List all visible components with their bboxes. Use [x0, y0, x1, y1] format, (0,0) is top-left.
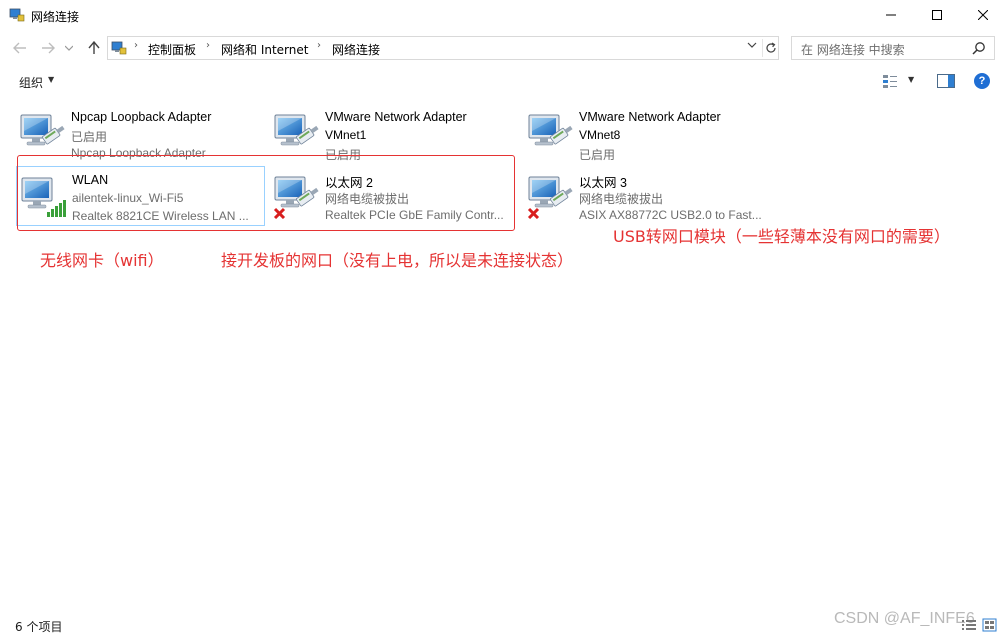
view-toggle-icons[interactable] [960, 617, 1000, 633]
address-bar[interactable]: › 控制面板 › 网络和 Internet › 网络连接 [107, 36, 779, 60]
watermark: CSDN @AF_INFE6 [834, 610, 975, 627]
item-status: 已启用 [71, 130, 108, 144]
chevron-down-icon[interactable]: ▼ [48, 75, 54, 84]
minimize-icon [886, 14, 896, 16]
item-name-line2: VMnet1 [325, 128, 367, 142]
up-button[interactable] [84, 38, 104, 58]
refresh-icon [765, 42, 776, 53]
window-title: 网络连接 [31, 10, 80, 24]
close-button[interactable] [960, 0, 1006, 30]
chevron-down-icon [747, 42, 757, 48]
list-item[interactable]: VMware Network Adapter VMnet8 已启用 [524, 104, 774, 164]
annotation-usb: USB转网口模块（一些轻薄本没有网口的需要） [613, 227, 950, 246]
chevron-right-icon: › [206, 40, 210, 51]
recent-locations-button[interactable] [62, 38, 76, 58]
maximize-icon [932, 10, 942, 20]
chevron-down-icon [65, 45, 73, 51]
item-status: 网络电缆被拔出 [579, 192, 664, 206]
organize-button[interactable]: 组织 [19, 74, 43, 91]
network-adapter-icon [526, 109, 574, 157]
search-icon [972, 42, 985, 55]
item-name: Npcap Loopback Adapter [71, 110, 212, 124]
list-item[interactable]: 以太网 3 网络电缆被拔出 ASIX AX88772C USB2.0 to Fa… [524, 166, 774, 226]
item-name: VMware Network Adapter [579, 110, 721, 124]
breadcrumb-control-panel[interactable]: 控制面板 [148, 41, 196, 58]
arrow-up-icon [88, 41, 100, 54]
maximize-button[interactable] [914, 0, 960, 30]
chevron-down-icon[interactable]: ▼ [908, 75, 914, 84]
address-history-button[interactable] [744, 40, 760, 56]
help-icon[interactable]: ? [974, 73, 990, 89]
breadcrumb-network-internet[interactable]: 网络和 Internet [221, 41, 308, 58]
forward-button[interactable] [38, 38, 58, 58]
arrow-right-icon [42, 42, 55, 54]
view-options-icon[interactable] [882, 73, 898, 89]
arrow-left-icon [13, 42, 26, 54]
network-connections-icon [9, 8, 25, 22]
annotation-ethernet: 接开发板的网口（没有上电，所以是未连接状态） [221, 251, 574, 270]
title-bar: 网络连接 [0, 0, 1006, 32]
search-input[interactable]: 在 网络连接 中搜索 [791, 36, 995, 60]
item-name: VMware Network Adapter [325, 110, 467, 124]
item-count: 6 个项目 [15, 620, 63, 634]
chevron-right-icon: › [134, 40, 138, 51]
breadcrumb-network-connections[interactable]: 网络连接 [332, 41, 380, 58]
navigation-bar: › 控制面板 › 网络和 Internet › 网络连接 在 网络连接 中搜索 [0, 32, 1006, 64]
refresh-button[interactable] [762, 39, 778, 57]
back-button[interactable] [10, 38, 30, 58]
item-status: 已启用 [579, 148, 616, 162]
network-adapter-disconnected-icon [527, 171, 574, 219]
network-adapter-icon [18, 109, 66, 157]
annotation-box [17, 155, 515, 231]
command-bar: 组织 ▼ ▼ ? [0, 66, 1006, 96]
search-placeholder: 在 网络连接 中搜索 [801, 43, 905, 57]
item-device: ASIX AX88772C USB2.0 to Fast... [579, 208, 762, 222]
network-connections-icon [111, 41, 127, 55]
annotation-wifi: 无线网卡（wifi） [40, 251, 164, 270]
minimize-button[interactable] [868, 0, 914, 30]
item-name-line2: VMnet8 [579, 128, 621, 142]
network-adapter-icon [272, 109, 320, 157]
close-icon [978, 10, 988, 20]
item-name: 以太网 3 [579, 176, 627, 190]
preview-pane-icon[interactable] [937, 74, 955, 88]
chevron-right-icon: › [317, 40, 321, 51]
